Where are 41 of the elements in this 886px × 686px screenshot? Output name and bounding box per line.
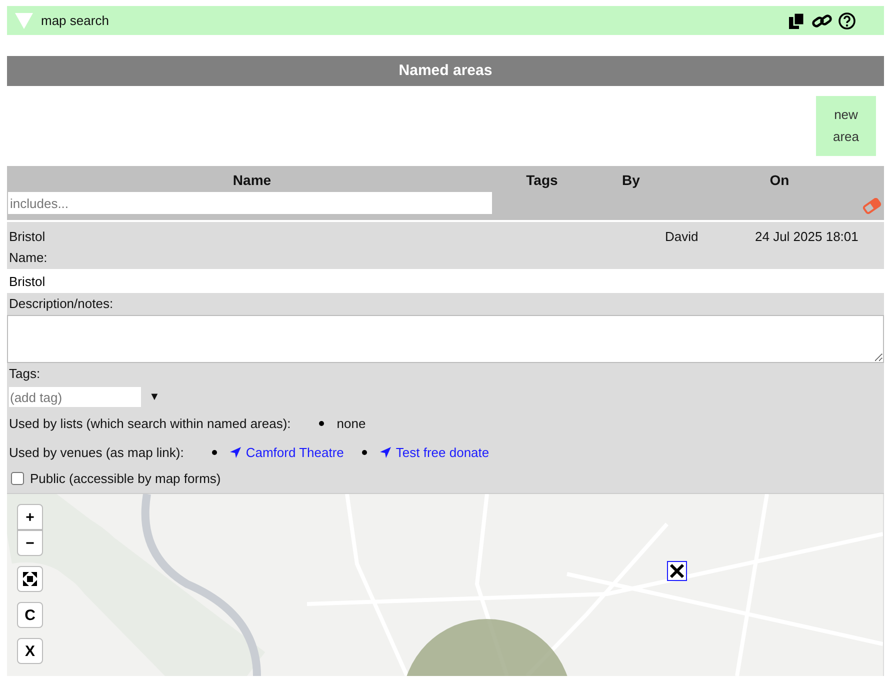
table-cell-text: Bristol (9, 228, 46, 244)
field-label: Name: (8, 249, 48, 267)
used-label: Used by venues (as map link): (9, 445, 184, 460)
used-label: Used by lists (which search within named areas): (9, 416, 291, 431)
map-view[interactable]: + − C X (7, 493, 884, 676)
map-control-button[interactable]: − (17, 530, 43, 556)
fullscreen-button[interactable] (17, 566, 43, 592)
field-label: Description/notes: (8, 295, 114, 313)
bullet-icon (318, 421, 324, 426)
tag-field[interactable]: (add tag) (9, 387, 141, 407)
public-checkbox[interactable] (11, 472, 24, 484)
column-header: Name (232, 172, 272, 188)
column-header: Tags (525, 172, 559, 188)
column-header: On (768, 172, 790, 188)
location-arrow-icon (380, 447, 391, 458)
filter-field[interactable]: includes... (8, 192, 492, 214)
column-header: By (621, 172, 641, 188)
map-control-button[interactable]: + (17, 504, 43, 530)
venue-link[interactable]: Test free donate (380, 445, 490, 460)
bullet-icon (362, 450, 367, 455)
help-icon[interactable] (838, 12, 856, 30)
name-field[interactable]: Bristol (7, 269, 884, 293)
checkbox-label: Public (accessible by map forms) (30, 470, 221, 486)
new-area-button[interactable]: new area (816, 96, 876, 156)
header-title: map search (41, 13, 109, 28)
description-field[interactable] (7, 315, 884, 363)
field-label: Tags: (8, 365, 42, 383)
location-arrow-icon (230, 447, 241, 458)
marker-icon[interactable] (667, 561, 687, 581)
bullet-icon (212, 450, 217, 455)
copy-icon[interactable] (788, 12, 806, 30)
map-control-button[interactable]: X (17, 638, 43, 664)
caret-icon[interactable]: ▼ (145, 391, 164, 403)
table-cell-text: David (665, 228, 700, 244)
used-value: none (336, 416, 366, 431)
section-title: Named areas (7, 56, 884, 86)
expand-icon (23, 572, 37, 586)
table-cell-text: 24 Jul 2025 18:01 (755, 228, 860, 244)
venue-link[interactable]: Camford Theatre (230, 445, 344, 460)
map-control-button[interactable]: C (17, 602, 43, 628)
link-icon[interactable] (812, 12, 832, 30)
